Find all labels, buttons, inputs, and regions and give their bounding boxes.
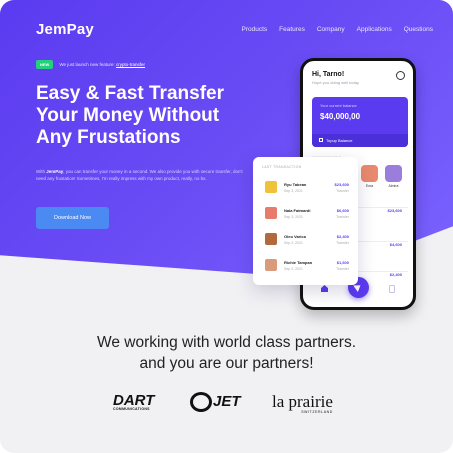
nav-link-questions[interactable]: Questions xyxy=(404,26,433,33)
desc-brand: JemPay xyxy=(46,169,64,174)
person-ema[interactable]: Ema xyxy=(361,165,378,188)
person-name: Almira xyxy=(388,184,399,188)
tx-name: Ryu Tabean xyxy=(284,182,307,187)
jet-logo-text: JET xyxy=(213,392,241,410)
tx-amount: $23,600 xyxy=(334,182,349,187)
avatar xyxy=(265,181,277,193)
avatar xyxy=(265,207,277,219)
la-prairie-logo: la prairie SWITZERLAND xyxy=(272,392,333,414)
top-nav: JemPay Products Features Company Applica… xyxy=(36,18,433,40)
tx-label: Transfer xyxy=(336,267,349,271)
download-now-button[interactable]: Download Now xyxy=(36,207,109,229)
desc-prefix: With xyxy=(36,169,47,174)
nav-link-applications[interactable]: Applications xyxy=(357,26,392,33)
transactions-card: LAST TRANSACTION Ryu Tabean Sep 3, 2021 … xyxy=(253,157,358,285)
phone-amount: $23,600 xyxy=(387,208,402,213)
tx-amount: $2,400 xyxy=(336,234,349,239)
landing-page: JemPay Products Features Company Applica… xyxy=(0,0,453,453)
new-badge: NEW xyxy=(36,60,54,69)
transaction-row[interactable]: Nala Fatmardi Sep 3, 2021 $6,600 Transfe… xyxy=(265,205,349,225)
balance-amount: $40,000,00 xyxy=(320,112,361,121)
partner-logos: DART COMMUNICATIONS JET la prairie SWITZER… xyxy=(0,392,453,422)
tx-date: Sep 3, 2021 xyxy=(284,215,303,219)
tx-name: Oleo Varica xyxy=(284,234,306,239)
gear-icon[interactable] xyxy=(396,71,405,80)
person-name: Ema xyxy=(365,184,374,188)
transaction-row[interactable]: Oleo Varica Sep 2, 2021 $2,400 Transfer xyxy=(265,231,349,251)
la-prairie-logo-text: la prairie xyxy=(272,392,333,411)
partners-heading: We working with world class partners. an… xyxy=(0,332,453,374)
nav-link-company[interactable]: Company xyxy=(317,26,345,33)
transaction-row[interactable]: Ryu Tabean Sep 3, 2021 $23,600 Transfer xyxy=(265,179,349,199)
nav-link-features[interactable]: Features xyxy=(279,26,305,33)
hero-description: With JemPay, you can transfer your money… xyxy=(36,168,246,182)
tx-date: Sep 2, 2021 xyxy=(284,241,303,245)
avatar xyxy=(265,259,277,271)
tx-name: Nala Fatmardi xyxy=(284,208,311,213)
nav-links: Products Features Company Applications Q… xyxy=(242,26,433,33)
desc-rest: , you can transfer your money in a secon… xyxy=(36,169,243,181)
home-icon[interactable] xyxy=(321,285,328,292)
jet-logo: JET xyxy=(190,392,241,412)
tx-amount: $6,600 xyxy=(336,208,349,213)
topup-label: Topup Balance xyxy=(326,138,353,143)
phone-greeting: Hi, Tarno! xyxy=(312,71,345,78)
nav-link-products[interactable]: Products xyxy=(242,26,268,33)
avatar xyxy=(361,165,378,182)
people-row: Ema Almira xyxy=(361,165,402,188)
avatar xyxy=(385,165,402,182)
phone-amount: $4,600 xyxy=(389,242,402,247)
phone-subtitle: Hope you doing well today xyxy=(312,80,359,85)
tx-date: Sep 3, 2021 xyxy=(284,189,303,193)
jet-swoosh-icon xyxy=(190,392,212,412)
announcement-link[interactable]: crypto-transfer xyxy=(116,62,145,67)
partners-line-1: We working with world class partners. xyxy=(97,334,356,351)
announcement-prefix: We just launch new feature: xyxy=(59,62,117,67)
dart-logo-sub: COMMUNICATIONS xyxy=(113,407,150,411)
announcement: NEW We just launch new feature: crypto-t… xyxy=(36,60,145,69)
transaction-row[interactable]: Richie Tampan Sep 2, 2021 $1,600 Transfe… xyxy=(265,257,349,277)
hero-headline: Easy & Fast Transfer Your Money Without … xyxy=(36,83,224,148)
card-title: LAST TRANSACTION xyxy=(262,165,302,169)
dart-logo: DART COMMUNICATIONS xyxy=(113,392,154,411)
topup-button[interactable]: Topup Balance xyxy=(312,134,408,147)
tx-label: Transfer xyxy=(336,215,349,219)
tx-date: Sep 2, 2021 xyxy=(284,267,303,271)
balance-card: Your current balance $40,000,00 Topup Ba… xyxy=(312,97,408,147)
partners-line-2: and you are our partners! xyxy=(139,355,314,372)
phone-header: Hi, Tarno! Hope you doing well today xyxy=(312,71,359,85)
tx-label: Transfer xyxy=(336,189,349,193)
document-icon[interactable] xyxy=(389,285,395,293)
brand-logo[interactable]: JemPay xyxy=(36,21,94,38)
tx-amount: $1,600 xyxy=(336,260,349,265)
avatar xyxy=(265,233,277,245)
plus-icon xyxy=(319,138,323,142)
tx-name: Richie Tampan xyxy=(284,260,313,265)
tx-label: Transfer xyxy=(336,241,349,245)
balance-label: Your current balance xyxy=(320,103,357,108)
person-almira[interactable]: Almira xyxy=(385,165,402,188)
announcement-text: We just launch new feature: crypto-trans… xyxy=(59,62,145,67)
